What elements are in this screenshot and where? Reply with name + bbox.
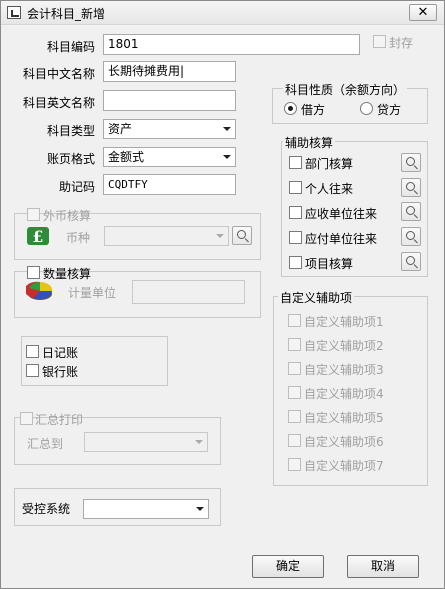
custom-aux-2-checkbox[interactable]	[288, 338, 301, 351]
currency-label: 币种	[66, 231, 91, 245]
cn-name-field[interactable]: 长期待摊费用|	[103, 61, 236, 82]
window-title: 会计科目_新增	[27, 7, 106, 21]
aux-item-project-label: 项目核算	[305, 257, 354, 271]
pie-chart-icon	[24, 279, 54, 303]
format-label: 账页格式	[46, 152, 95, 166]
custom-aux-6-label: 自定义辅助项6	[304, 435, 384, 449]
search-icon[interactable]	[401, 153, 421, 172]
ok-button[interactable]: 确定	[252, 555, 324, 578]
custom-aux-7-checkbox[interactable]	[288, 458, 301, 471]
search-icon[interactable]	[401, 178, 421, 197]
close-button[interactable]: ✕	[409, 4, 437, 21]
cancel-button[interactable]: 取消	[347, 555, 419, 578]
aux-item-receivable-label: 应收单位往来	[305, 207, 378, 221]
unit-label: 计量单位	[68, 286, 117, 300]
aux-item-personal-checkbox[interactable]	[289, 181, 302, 194]
type-label: 科目类型	[46, 124, 95, 138]
aux-item-receivable-checkbox[interactable]	[289, 206, 302, 219]
custom-aux-title: 自定义辅助项	[278, 289, 355, 306]
custom-aux-1-checkbox[interactable]	[288, 314, 301, 327]
mnemonic-field[interactable]: CQDTFY	[103, 174, 236, 195]
summary-print-label: 汇总打印	[35, 413, 84, 427]
custom-aux-4-label: 自定义辅助项4	[304, 387, 384, 401]
mnemonic-label: 助记码	[58, 180, 95, 194]
aux-item-project-checkbox[interactable]	[289, 256, 302, 269]
unit-field[interactable]	[132, 280, 245, 304]
quantity-checkbox[interactable]	[27, 266, 40, 279]
debit-label: 借方	[301, 103, 326, 117]
search-icon[interactable]	[401, 252, 421, 271]
cn-name-label: 科目中文名称	[22, 67, 95, 81]
summary-to-label: 汇总到	[27, 437, 64, 451]
dialog-window: 会计科目_新增 ✕ 科目编码 1801 封存 科目中文名称 长期待摊费用| 科目…	[0, 0, 445, 589]
title-bar: 会计科目_新增 ✕	[1, 1, 444, 25]
sealed-checkbox[interactable]	[373, 35, 386, 48]
foreign-currency-checkbox[interactable]	[27, 208, 40, 221]
code-label: 科目编码	[46, 40, 95, 54]
aux-item-payable-checkbox[interactable]	[289, 231, 302, 244]
chevron-down-icon	[216, 234, 224, 238]
chevron-down-icon	[195, 440, 203, 444]
debit-radio[interactable]	[284, 102, 297, 115]
custom-aux-7-label: 自定义辅助项7	[304, 459, 384, 473]
svg-text:£: £	[32, 227, 43, 246]
credit-label: 贷方	[377, 103, 402, 117]
search-icon[interactable]	[232, 226, 252, 245]
aux-item-personal-label: 个人往来	[305, 182, 354, 196]
custom-aux-5-checkbox[interactable]	[288, 410, 301, 423]
type-select[interactable]: 资产	[103, 119, 236, 139]
aux-accounting-title: 辅助核算	[283, 134, 336, 151]
sealed-label: 封存	[389, 36, 414, 50]
chevron-down-icon	[223, 127, 231, 131]
currency-select[interactable]	[104, 226, 229, 246]
bank-checkbox[interactable]	[26, 364, 39, 377]
bank-label: 银行账	[42, 365, 79, 379]
en-name-label: 科目英文名称	[22, 96, 95, 110]
custom-aux-2-label: 自定义辅助项2	[304, 339, 384, 353]
en-name-field[interactable]	[103, 90, 236, 111]
app-icon	[7, 6, 21, 19]
summary-to-select[interactable]	[84, 432, 208, 452]
aux-item-payable-label: 应付单位往来	[305, 232, 378, 246]
custom-aux-1-label: 自定义辅助项1	[304, 315, 384, 329]
credit-radio[interactable]	[360, 102, 373, 115]
search-icon[interactable]	[401, 227, 421, 246]
summary-print-checkbox[interactable]	[20, 412, 33, 425]
format-select[interactable]: 金额式	[103, 147, 236, 167]
currency-icon: £	[26, 224, 50, 248]
custom-aux-3-checkbox[interactable]	[288, 362, 301, 375]
foreign-currency-label: 外币核算	[43, 209, 92, 223]
search-icon[interactable]	[401, 202, 421, 221]
custom-aux-3-label: 自定义辅助项3	[304, 363, 384, 377]
controlled-system-select[interactable]	[83, 499, 209, 519]
chevron-down-icon	[196, 507, 204, 511]
aux-item-department-label: 部门核算	[305, 157, 354, 171]
journal-label: 日记账	[42, 346, 79, 360]
format-value: 金额式	[108, 150, 145, 164]
code-field[interactable]: 1801	[103, 34, 360, 55]
account-nature-title: 科目性质（余额方向）	[283, 81, 408, 98]
type-value: 资产	[108, 122, 133, 136]
aux-item-department-checkbox[interactable]	[289, 156, 302, 169]
journal-checkbox[interactable]	[26, 345, 39, 358]
custom-aux-6-checkbox[interactable]	[288, 434, 301, 447]
chevron-down-icon	[223, 155, 231, 159]
custom-aux-5-label: 自定义辅助项5	[304, 411, 384, 425]
controlled-system-label: 受控系统	[22, 502, 71, 516]
custom-aux-4-checkbox[interactable]	[288, 386, 301, 399]
